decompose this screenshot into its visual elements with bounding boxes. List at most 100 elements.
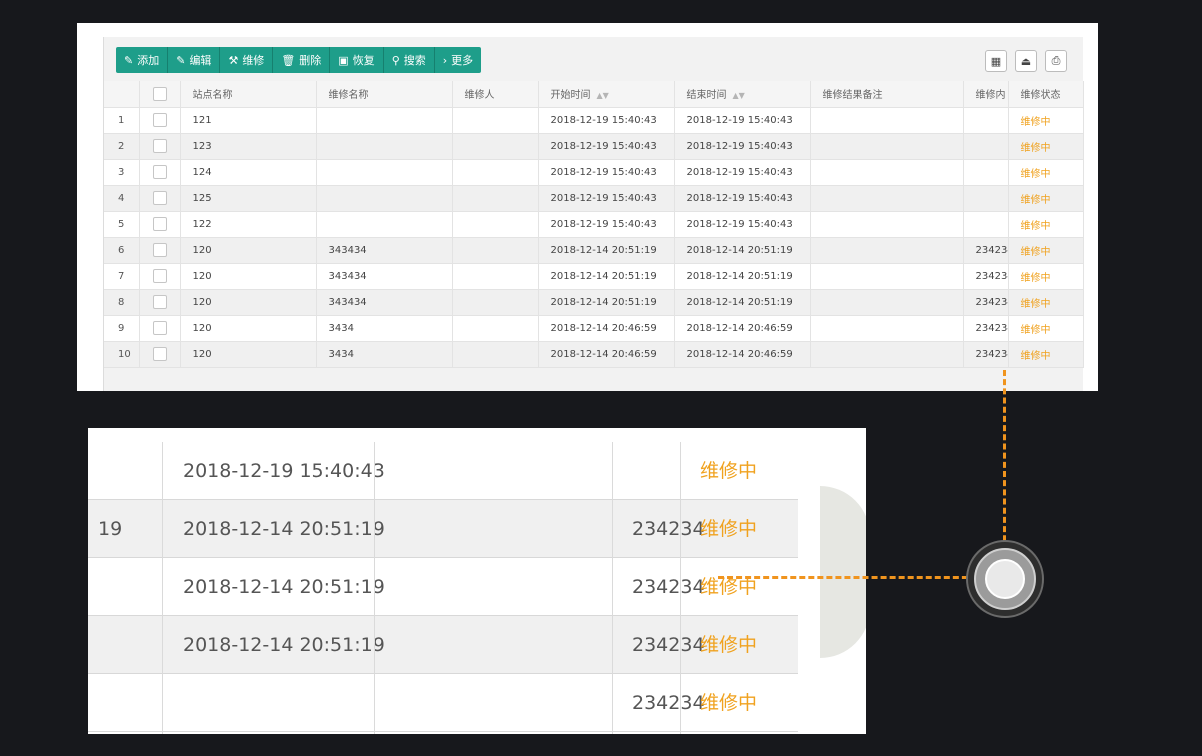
zoom-column-divider bbox=[680, 442, 681, 734]
columns-button[interactable]: ▦ bbox=[985, 50, 1007, 72]
zoom-row: 234234 维修中 bbox=[88, 674, 798, 732]
zoom-table: 2018-12-19 15:40:43 维修中 19 2018-12-14 20:51… bbox=[88, 442, 798, 734]
table-cell: 2018-12-19 15:40:43 bbox=[674, 133, 811, 160]
table-cell: 2018-12-19 15:40:43 bbox=[538, 133, 675, 160]
table-cell bbox=[452, 159, 539, 186]
column-header[interactable]: 开始时间 ▲▼ bbox=[538, 81, 675, 108]
table-row[interactable]: 10 120 3434 2018-12-14 20:46:59 2018-12-14 2… bbox=[104, 341, 1084, 368]
row-checkbox-cell[interactable] bbox=[139, 263, 181, 290]
table-cell bbox=[810, 211, 964, 238]
table-cell: 120 bbox=[180, 289, 317, 316]
row-checkbox-cell[interactable] bbox=[139, 237, 181, 264]
zoom-cell-status: 维修中 bbox=[700, 634, 758, 656]
column-header-label: 维修人 bbox=[464, 90, 495, 102]
row-number: 9 bbox=[104, 315, 140, 342]
table-cell: 2018-12-14 20:51:19 bbox=[674, 289, 811, 316]
zoom-row: 2018-12-14 20:51:19 234234 维修中 bbox=[88, 616, 798, 674]
table-row[interactable]: 3 124 2018-12-19 15:40:43 2018-12-19 15:40:… bbox=[104, 159, 1084, 186]
row-checkbox-cell[interactable] bbox=[139, 159, 181, 186]
column-header[interactable]: 结束时间 ▲▼ bbox=[674, 81, 811, 108]
table-row[interactable]: 8 120 343434 2018-12-14 20:51:19 2018-12-14 … bbox=[104, 289, 1084, 316]
row-checkbox[interactable] bbox=[152, 321, 167, 335]
restore-button[interactable]: ▣ 恢复 bbox=[330, 47, 384, 73]
table-row[interactable]: 7 120 343434 2018-12-14 20:51:19 2018-12-14 … bbox=[104, 263, 1084, 290]
row-checkbox[interactable] bbox=[152, 217, 167, 231]
table-cell bbox=[963, 159, 1009, 186]
table-row[interactable]: 1 121 2018-12-19 15:40:43 2018-12-19 15:40:… bbox=[104, 107, 1084, 134]
table-cell bbox=[452, 107, 539, 134]
row-checkbox-cell[interactable] bbox=[139, 185, 181, 212]
edit-button[interactable]: ✎ 编辑 bbox=[168, 47, 221, 73]
column-header[interactable] bbox=[139, 81, 181, 108]
export-icon: ⏏ bbox=[1020, 54, 1032, 68]
table-header: 站点名称 维修名称 维修人 开始时间 ▲▼ 结束时间 ▲▼ 维修结果备注 维修内 维修状态 bbox=[104, 81, 1084, 108]
toolbar-button-label: 恢复 bbox=[352, 54, 375, 67]
table-cell: 124 bbox=[180, 159, 317, 186]
row-checkbox-cell[interactable] bbox=[139, 289, 181, 316]
row-checkbox[interactable] bbox=[152, 347, 167, 361]
row-checkbox[interactable] bbox=[152, 295, 167, 309]
row-number: 5 bbox=[104, 211, 140, 238]
table-cell: 120 bbox=[180, 315, 317, 342]
row-checkbox-cell[interactable] bbox=[139, 107, 181, 134]
table-cell: 2018-12-19 15:40:43 bbox=[538, 185, 675, 212]
column-header bbox=[104, 81, 140, 108]
column-header-label: 结束时间 bbox=[686, 90, 727, 102]
row-number: 2 bbox=[104, 133, 140, 160]
table-cell bbox=[810, 185, 964, 212]
repair-table: 站点名称 维修名称 维修人 开始时间 ▲▼ 结束时间 ▲▼ 维修结果备注 维修内 维修状态 1 12… bbox=[104, 81, 1084, 368]
row-checkbox-cell[interactable] bbox=[139, 341, 181, 368]
row-checkbox[interactable] bbox=[152, 113, 167, 127]
add-button[interactable]: ✎ 添加 bbox=[116, 47, 169, 73]
sort-icon[interactable]: ▲▼ bbox=[733, 91, 745, 100]
row-checkbox[interactable] bbox=[152, 243, 167, 257]
column-header: 站点名称 bbox=[180, 81, 317, 108]
zoom-cell-time: 2018-12-19 15:40:43 bbox=[183, 460, 385, 482]
table-cell: 120 bbox=[180, 263, 317, 290]
print-button[interactable]: ⎙ bbox=[1045, 50, 1067, 72]
zoom-row: 2018-12-14 20:51:19 234234 维修中 bbox=[88, 558, 798, 616]
status-cell: 维修中 bbox=[1008, 315, 1084, 342]
row-checkbox[interactable] bbox=[152, 191, 167, 205]
table-cell bbox=[963, 185, 1009, 212]
row-checkbox-cell[interactable] bbox=[139, 211, 181, 238]
table-cell: 125 bbox=[180, 185, 317, 212]
repair-button[interactable]: ⚒ 维修 bbox=[220, 47, 274, 73]
trash-icon: 🗑 bbox=[281, 53, 296, 67]
row-checkbox[interactable] bbox=[152, 139, 167, 153]
table-cell bbox=[963, 211, 1009, 238]
table-row[interactable]: 9 120 3434 2018-12-14 20:46:59 2018-12-14 20… bbox=[104, 315, 1084, 342]
select-all-checkbox[interactable] bbox=[152, 86, 167, 101]
zoom-cell-status: 维修中 bbox=[700, 692, 758, 714]
table-cell: 2018-12-14 20:51:19 bbox=[674, 237, 811, 264]
zoom-cell-left: 19 bbox=[98, 518, 123, 540]
table-cell: 2018-12-14 20:46:59 bbox=[538, 341, 675, 368]
table-cell bbox=[452, 315, 539, 342]
table-row[interactable]: 4 125 2018-12-19 15:40:43 2018-12-19 15:40:… bbox=[104, 185, 1084, 212]
row-number: 10 bbox=[104, 341, 140, 368]
table-row[interactable]: 2 123 2018-12-19 15:40:43 2018-12-19 15:40:… bbox=[104, 133, 1084, 160]
row-number: 4 bbox=[104, 185, 140, 212]
column-header-label: 维修状态 bbox=[1020, 90, 1061, 102]
table-cell: 2018-12-14 20:46:59 bbox=[674, 315, 811, 342]
export-button[interactable]: ⏏ bbox=[1015, 50, 1037, 72]
sort-icon[interactable]: ▲▼ bbox=[597, 91, 609, 100]
row-checkbox-cell[interactable] bbox=[139, 133, 181, 160]
row-checkbox[interactable] bbox=[152, 269, 167, 283]
more-button[interactable]: › 更多 bbox=[434, 47, 482, 73]
search-icon: ⚲ bbox=[391, 53, 400, 67]
status-cell: 维修中 bbox=[1008, 211, 1084, 238]
table-cell: 120 bbox=[180, 341, 317, 368]
table-cell: 3434 bbox=[316, 315, 453, 342]
delete-button[interactable]: 🗑 删除 bbox=[273, 47, 331, 73]
row-checkbox[interactable] bbox=[152, 165, 167, 179]
table-row[interactable]: 6 120 343434 2018-12-14 20:51:19 2018-12-14 … bbox=[104, 237, 1084, 264]
table-row[interactable]: 5 122 2018-12-19 15:40:43 2018-12-19 15:40:… bbox=[104, 211, 1084, 238]
column-header-label: 维修内 bbox=[975, 90, 1006, 102]
search-button[interactable]: ⚲ 搜索 bbox=[383, 47, 435, 73]
chevron-right-icon: › bbox=[442, 53, 448, 67]
row-checkbox-cell[interactable] bbox=[139, 315, 181, 342]
table-cell: 120 bbox=[180, 237, 317, 264]
table-cell: 2018-12-19 15:40:43 bbox=[674, 185, 811, 212]
zoom-cell-status: 维修中 bbox=[700, 460, 758, 482]
